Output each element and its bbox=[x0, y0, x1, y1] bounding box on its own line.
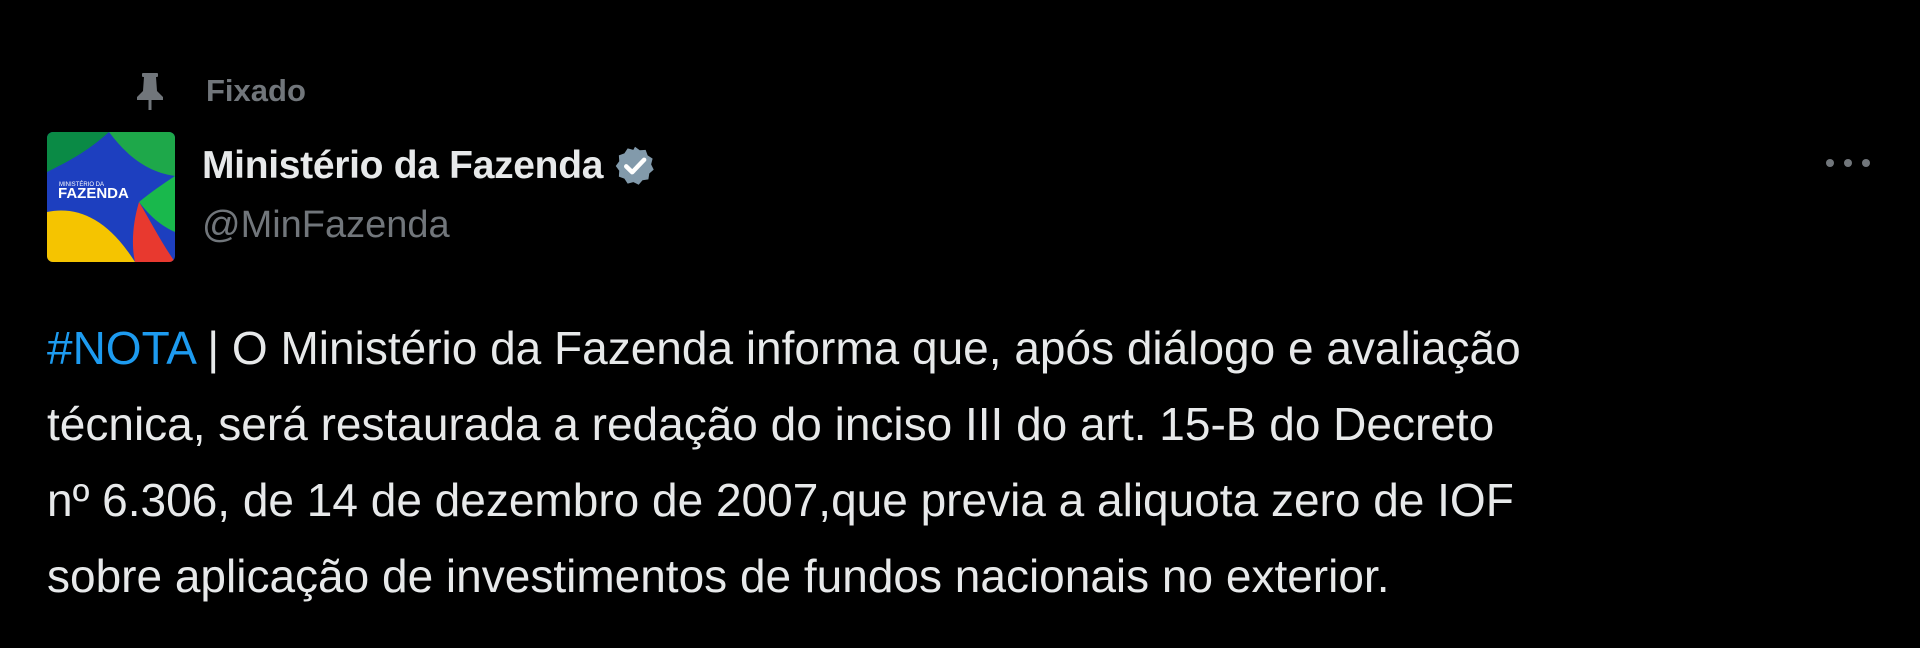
avatar-big-text: FAZENDA bbox=[58, 185, 129, 202]
avatar[interactable]: MINISTÉRIO DA FAZENDA bbox=[47, 132, 175, 262]
author-handle[interactable]: @MinFazenda bbox=[202, 204, 450, 247]
pinned-tweet[interactable]: Fixado MINISTÉRIO DA FAZENDA Ministério … bbox=[0, 0, 1920, 648]
tweet-line: técnica, será restaurada a redação do in… bbox=[47, 398, 1495, 450]
tweet-text: #NOTA | O Ministério da Fazenda informa … bbox=[47, 310, 1897, 614]
display-name[interactable]: Ministério da Fazenda bbox=[202, 144, 603, 188]
tweet-line: sobre aplicação de investimentos de fund… bbox=[47, 550, 1390, 602]
pinned-indicator: Fixado bbox=[130, 66, 306, 116]
pinned-label: Fixado bbox=[206, 73, 306, 108]
author-name-row[interactable]: Ministério da Fazenda bbox=[202, 138, 659, 194]
pin-icon bbox=[130, 69, 170, 113]
verified-badge-icon[interactable] bbox=[613, 143, 659, 189]
tweet-line: nº 6.306, de 14 de dezembro de 2007,que … bbox=[47, 474, 1514, 526]
tweet-line: #NOTA | O Ministério da Fazenda informa … bbox=[47, 310, 1897, 386]
more-options-icon[interactable] bbox=[1816, 143, 1880, 183]
tweet-line-text: | O Ministério da Fazenda informa que, a… bbox=[194, 322, 1521, 374]
hashtag-link[interactable]: #NOTA bbox=[47, 322, 194, 374]
